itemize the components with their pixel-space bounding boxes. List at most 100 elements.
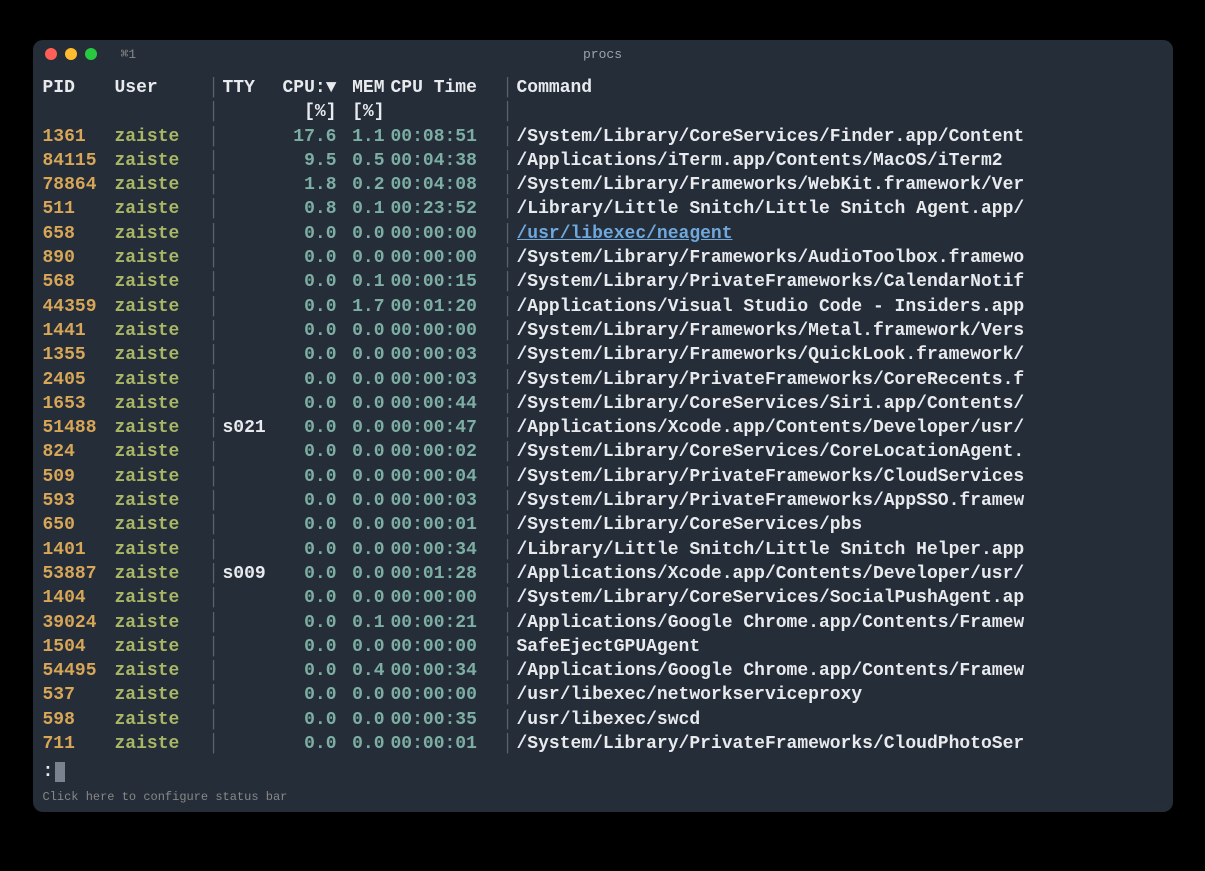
process-row[interactable]: 1653zaiste│0.00.000:00:44│/System/Librar…	[43, 392, 1163, 416]
cell-time: 00:00:04	[391, 465, 499, 489]
col-separator: │	[499, 368, 517, 392]
col-separator: │	[205, 368, 223, 392]
process-row[interactable]: 1401zaiste│0.00.000:00:34│/Library/Littl…	[43, 538, 1163, 562]
cell-pid: 54495	[43, 659, 115, 683]
terminal-content[interactable]: PID User │ TTY CPU:▼ MEM CPU Time │ Comm…	[33, 68, 1173, 760]
col-separator: │	[499, 586, 517, 610]
header-user[interactable]: User	[115, 76, 205, 100]
header-mem[interactable]: MEM	[343, 76, 391, 100]
process-row[interactable]: 568zaiste│0.00.100:00:15│/System/Library…	[43, 270, 1163, 294]
cell-command: /Library/Little Snitch/Little Snitch Hel…	[517, 538, 1163, 562]
col-separator: │	[205, 392, 223, 416]
process-row[interactable]: 711zaiste│0.00.000:00:01│/System/Library…	[43, 732, 1163, 756]
cell-mem: 0.1	[343, 270, 391, 294]
traffic-lights	[45, 48, 97, 60]
process-row[interactable]: 650zaiste│0.00.000:00:01│/System/Library…	[43, 513, 1163, 537]
col-separator: │	[499, 513, 517, 537]
close-button[interactable]	[45, 48, 57, 60]
process-row[interactable]: 1355zaiste│0.00.000:00:03│/System/Librar…	[43, 343, 1163, 367]
process-row[interactable]: 593zaiste│0.00.000:00:03│/System/Library…	[43, 489, 1163, 513]
cell-command: /System/Library/CoreServices/Siri.app/Co…	[517, 392, 1163, 416]
minimize-button[interactable]	[65, 48, 77, 60]
header-command[interactable]: Command	[517, 76, 1163, 100]
process-row[interactable]: 53887zaiste│s0090.00.000:01:28│/Applicat…	[43, 562, 1163, 586]
cell-pid: 537	[43, 683, 115, 707]
process-row[interactable]: 2405zaiste│0.00.000:00:03│/System/Librar…	[43, 368, 1163, 392]
cell-command: /System/Library/Frameworks/WebKit.framew…	[517, 173, 1163, 197]
cell-user: zaiste	[115, 465, 205, 489]
process-row[interactable]: 54495zaiste│0.00.400:00:34│/Applications…	[43, 659, 1163, 683]
cell-user: zaiste	[115, 173, 205, 197]
process-row[interactable]: 1404zaiste│0.00.000:00:00│/System/Librar…	[43, 586, 1163, 610]
col-separator: │	[205, 659, 223, 683]
cell-time: 00:00:34	[391, 538, 499, 562]
cell-time: 00:00:21	[391, 611, 499, 635]
process-row[interactable]: 1504zaiste│0.00.000:00:00│SafeEjectGPUAg…	[43, 635, 1163, 659]
cell-user: zaiste	[115, 586, 205, 610]
cell-cpu: 0.0	[281, 246, 343, 270]
cell-pid: 1653	[43, 392, 115, 416]
cell-command: SafeEjectGPUAgent	[517, 635, 1163, 659]
process-row[interactable]: 598zaiste│0.00.000:00:35│/usr/libexec/sw…	[43, 708, 1163, 732]
process-row[interactable]: 824zaiste│0.00.000:00:02│/System/Library…	[43, 440, 1163, 464]
cell-cpu: 0.0	[281, 732, 343, 756]
cell-command: /System/Library/CoreServices/pbs	[517, 513, 1163, 537]
header-cputime[interactable]: CPU Time	[391, 76, 499, 100]
cell-user: zaiste	[115, 149, 205, 173]
cell-user: zaiste	[115, 246, 205, 270]
col-separator: │	[499, 295, 517, 319]
maximize-button[interactable]	[85, 48, 97, 60]
process-row[interactable]: 537zaiste│0.00.000:00:00│/usr/libexec/ne…	[43, 683, 1163, 707]
command-prompt[interactable]: :	[33, 760, 1173, 786]
col-separator: │	[499, 222, 517, 246]
cell-pid: 1504	[43, 635, 115, 659]
process-row[interactable]: 509zaiste│0.00.000:00:04│/System/Library…	[43, 465, 1163, 489]
process-row[interactable]: 511zaiste│0.80.100:23:52│/Library/Little…	[43, 197, 1163, 221]
cell-tty	[223, 513, 281, 537]
col-separator: │	[205, 465, 223, 489]
cell-cpu: 0.0	[281, 586, 343, 610]
cell-tty: s009	[223, 562, 281, 586]
cell-user: zaiste	[115, 343, 205, 367]
process-row[interactable]: 890zaiste│0.00.000:00:00│/System/Library…	[43, 246, 1163, 270]
process-row[interactable]: 51488zaiste│s0210.00.000:00:47│/Applicat…	[43, 416, 1163, 440]
cell-user: zaiste	[115, 197, 205, 221]
cell-pid: 1441	[43, 319, 115, 343]
subheader-cpu-pct: [%]	[281, 100, 343, 124]
cell-tty	[223, 222, 281, 246]
process-row[interactable]: 78864zaiste│1.80.200:04:08│/System/Libra…	[43, 173, 1163, 197]
process-row[interactable]: 84115zaiste│9.50.500:04:38│/Applications…	[43, 149, 1163, 173]
cell-pid: 658	[43, 222, 115, 246]
cell-command: /System/Library/Frameworks/Metal.framewo…	[517, 319, 1163, 343]
cell-command: /Applications/Google Chrome.app/Contents…	[517, 611, 1163, 635]
cell-tty	[223, 270, 281, 294]
cell-tty	[223, 125, 281, 149]
cell-command: /Applications/Google Chrome.app/Contents…	[517, 659, 1163, 683]
process-row[interactable]: 1361zaiste│17.61.100:08:51│/System/Libra…	[43, 125, 1163, 149]
col-separator: │	[205, 125, 223, 149]
cell-cpu: 0.0	[281, 683, 343, 707]
cell-user: zaiste	[115, 708, 205, 732]
col-separator: │	[499, 659, 517, 683]
cell-command: /usr/libexec/networkserviceproxy	[517, 683, 1163, 707]
cell-tty	[223, 197, 281, 221]
header-tty[interactable]: TTY	[223, 76, 281, 100]
cell-tty	[223, 149, 281, 173]
cell-tty	[223, 683, 281, 707]
cell-command: /System/Library/PrivateFrameworks/AppSSO…	[517, 489, 1163, 513]
cell-user: zaiste	[115, 562, 205, 586]
col-separator: │	[205, 173, 223, 197]
command-link[interactable]: /usr/libexec/neagent	[517, 224, 733, 244]
status-bar[interactable]: Click here to configure status bar	[33, 786, 1173, 812]
process-row[interactable]: 39024zaiste│0.00.100:00:21│/Applications…	[43, 611, 1163, 635]
cell-mem: 0.5	[343, 149, 391, 173]
cell-cpu: 0.0	[281, 440, 343, 464]
process-row[interactable]: 44359zaiste│0.01.700:01:20│/Applications…	[43, 295, 1163, 319]
cell-cpu: 1.8	[281, 173, 343, 197]
process-row[interactable]: 658zaiste│0.00.000:00:00│/usr/libexec/ne…	[43, 222, 1163, 246]
cell-command: /System/Library/CoreServices/SocialPushA…	[517, 586, 1163, 610]
cell-mem: 0.0	[343, 343, 391, 367]
process-row[interactable]: 1441zaiste│0.00.000:00:00│/System/Librar…	[43, 319, 1163, 343]
header-cpu[interactable]: CPU:▼	[281, 76, 343, 100]
header-pid[interactable]: PID	[43, 76, 115, 100]
